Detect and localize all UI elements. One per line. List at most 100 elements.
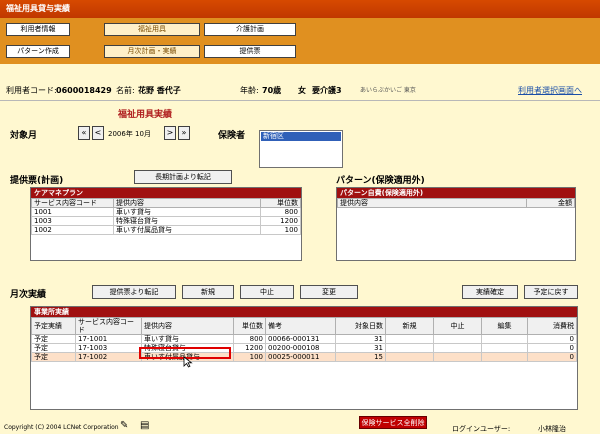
name-value: 花野 香代子	[138, 86, 181, 95]
insurer-list[interactable]: 新宿区	[259, 130, 343, 168]
cell	[385, 334, 434, 344]
user-code-label: 利用者コード:	[6, 86, 57, 95]
cell: 予定	[31, 334, 76, 344]
table-row-selected[interactable]: 予定 17-1002 車いす付属品貸与 100 00025-000011 15 …	[31, 352, 577, 362]
col-header: 提供内容	[113, 198, 261, 208]
insurer-selected-item[interactable]: 新宿区	[261, 132, 341, 141]
cell: 0	[527, 334, 577, 344]
cell: 17-1003	[75, 343, 142, 353]
footer: Copyright (C) 2004 LCNet Corporation ✎ ▤…	[0, 418, 600, 434]
confirm-results-button[interactable]: 実績確定	[462, 285, 518, 299]
monthly-section-title: 月次実績	[10, 290, 47, 300]
revert-to-plan-button[interactable]: 予定に戻す	[524, 285, 578, 299]
change-button[interactable]: 変更	[300, 285, 358, 299]
care-plan-panel-title: ケアマネプラン	[31, 188, 301, 198]
table-row[interactable]: 1001 車いす貸与 800	[31, 207, 301, 217]
cell: 15	[335, 352, 386, 362]
login-user-name: 小林隆治	[538, 425, 566, 433]
cell: 17-1002	[75, 352, 142, 362]
cell	[481, 352, 528, 362]
care-level: 要介護3	[312, 86, 342, 95]
transfer-from-long-term-button[interactable]: 長期計画より転記	[134, 170, 232, 184]
cell: 1002	[31, 225, 114, 235]
prev-month-button[interactable]: <	[92, 126, 104, 140]
cell: 特殊寝台貸与	[113, 216, 261, 226]
gender-value: 女	[298, 86, 306, 95]
cell: 800	[233, 334, 266, 344]
pattern-panel-title: パターン自費(保険適用外)	[337, 188, 575, 198]
mouse-cursor-icon	[183, 356, 193, 368]
prev-year-button[interactable]: «	[78, 126, 90, 140]
cell: 車いす付属品貸与	[113, 225, 261, 235]
table-row[interactable]: 予定 17-1001 車いす貸与 800 00066-000131 31 0	[31, 334, 577, 344]
cell: 1003	[31, 216, 114, 226]
cell: 100	[233, 352, 266, 362]
cell: 31	[335, 334, 386, 344]
office-results-panel: 事業所実績 予定実績 サービス内容コード 提供内容 単位数 備考 対象日数 新規…	[30, 306, 578, 410]
cell	[433, 343, 482, 353]
table-row[interactable]: 1002 車いす付属品貸与 100	[31, 225, 301, 235]
next-month-button[interactable]: >	[164, 126, 176, 140]
col-header: サービス内容コード	[75, 317, 142, 335]
cell	[385, 352, 434, 362]
name-label: 名前:	[116, 86, 135, 95]
cell: 00066-000131	[265, 334, 336, 344]
col-header: 中止	[433, 317, 482, 335]
page-heading: 福祉用具実績	[118, 110, 173, 120]
col-header: 編集	[481, 317, 528, 335]
care-plan-table: サービス内容コード 提供内容 単位数 1001 車いす貸与 800 1003 特…	[31, 198, 301, 235]
user-info-bar: 利用者コード: 0600018429 名前: 花野 香代子 年齢: 70歳 女 …	[0, 82, 600, 100]
nav-care-plan-button[interactable]: 介護計画	[204, 23, 296, 36]
nav-pattern-button[interactable]: パターン作成	[6, 45, 70, 58]
user-code-value: 0600018429	[56, 86, 112, 95]
col-header: 金額	[526, 198, 575, 208]
cell	[385, 343, 434, 353]
col-header: サービス内容コード	[31, 198, 114, 208]
cell: 00025-000011	[265, 352, 336, 362]
login-user-label: ログインユーザー:	[452, 425, 511, 433]
transfer-from-slip-button[interactable]: 提供票より転記	[92, 285, 176, 299]
nav-monthly-plan-button[interactable]: 月次計画・実績	[104, 45, 200, 58]
pattern-table: 提供内容 金額	[337, 198, 575, 208]
col-header: 消費税	[527, 317, 577, 335]
cell: 100	[260, 225, 301, 235]
insurer-label: 保険者	[218, 131, 246, 141]
pen-icon: ✎	[120, 420, 129, 431]
kana-name: あいらぶかいご 東京	[360, 87, 416, 94]
pattern-panel: パターン自費(保険適用外) 提供内容 金額	[336, 187, 576, 261]
month-value: 2006年 10月	[108, 130, 151, 138]
plan-section-title: 提供票(計画)	[10, 176, 64, 186]
copyright-text: Copyright (C) 2004 LCNet Corporation	[4, 424, 119, 431]
nav-welfare-equipment-button[interactable]: 福祉用具	[104, 23, 200, 36]
nav-provision-slip-button[interactable]: 提供票	[204, 45, 296, 58]
age-label: 年齢:	[240, 86, 259, 95]
col-header: 単位数	[233, 317, 266, 335]
nav-user-info-button[interactable]: 利用者情報	[6, 23, 70, 36]
next-year-button[interactable]: »	[178, 126, 190, 140]
delete-all-insurance-services-button[interactable]: 保険サービス全削除	[359, 416, 427, 429]
book-icon: ▤	[140, 420, 150, 431]
cell: 1001	[31, 207, 114, 217]
cell	[433, 334, 482, 344]
app-window: 福祉用具貸与実績 利用者情報 福祉用具 介護計画 パターン作成 月次計画・実績 …	[0, 0, 600, 434]
cell: 予定	[31, 343, 76, 353]
cell: 1200	[233, 343, 266, 353]
cell	[433, 352, 482, 362]
user-select-link[interactable]: 利用者選択画面へ	[518, 82, 582, 100]
cell: 車いす貸与	[113, 207, 261, 217]
table-row[interactable]: 1003 特殊寝台貸与 1200	[31, 216, 301, 226]
cell: 17-1001	[75, 334, 142, 344]
care-plan-panel: ケアマネプラン サービス内容コード 提供内容 単位数 1001 車いす貸与 80…	[30, 187, 302, 261]
new-button[interactable]: 新規	[182, 285, 234, 299]
cell: 0	[527, 352, 577, 362]
cancel-button[interactable]: 中止	[240, 285, 294, 299]
table-row[interactable]: 予定 17-1003 特殊寝台貸与 1200 00200-000108 31 0	[31, 343, 577, 353]
cell	[481, 334, 528, 344]
nav-area: 利用者情報 福祉用具 介護計画 パターン作成 月次計画・実績 提供票	[0, 18, 600, 64]
cell: 1200	[260, 216, 301, 226]
col-header: 新規	[385, 317, 434, 335]
col-header: 提供内容	[337, 198, 527, 208]
target-month-label: 対象月	[10, 131, 38, 141]
cell: 31	[335, 343, 386, 353]
col-header: 備考	[265, 317, 336, 335]
